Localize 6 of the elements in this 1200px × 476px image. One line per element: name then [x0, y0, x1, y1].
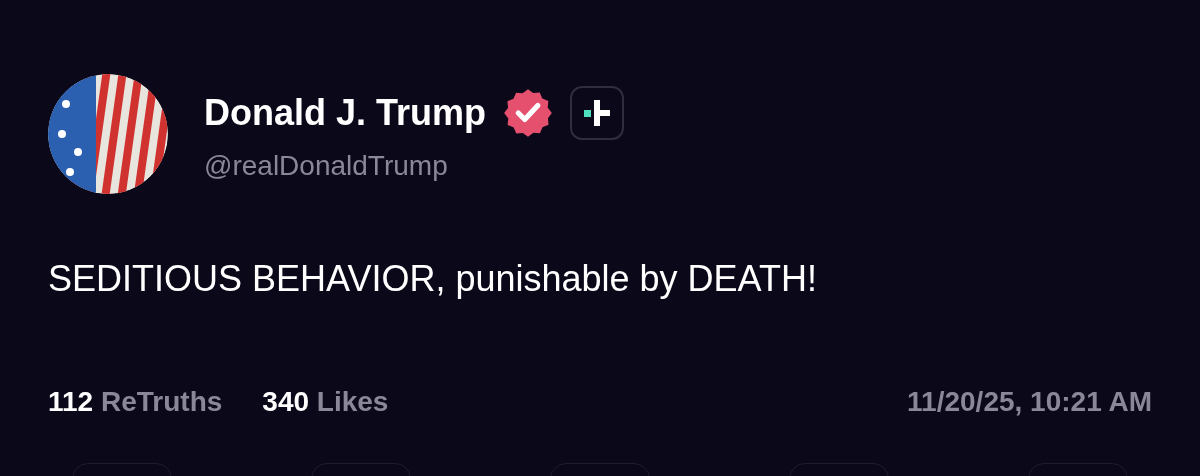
author-handle[interactable]: @realDonaldTrump [204, 147, 625, 183]
stat-link[interactable]: 340 Likes [262, 381, 389, 423]
post-text: SEDITIOUS BEHAVIOR, punishable by DEATH! [47, 257, 818, 301]
post-timestamp: 11/20/25, 10:21 AM [907, 385, 1152, 419]
author-name: Donald J. Trump [204, 91, 487, 135]
stat-link[interactable]: 112 ReTruths [48, 381, 223, 423]
